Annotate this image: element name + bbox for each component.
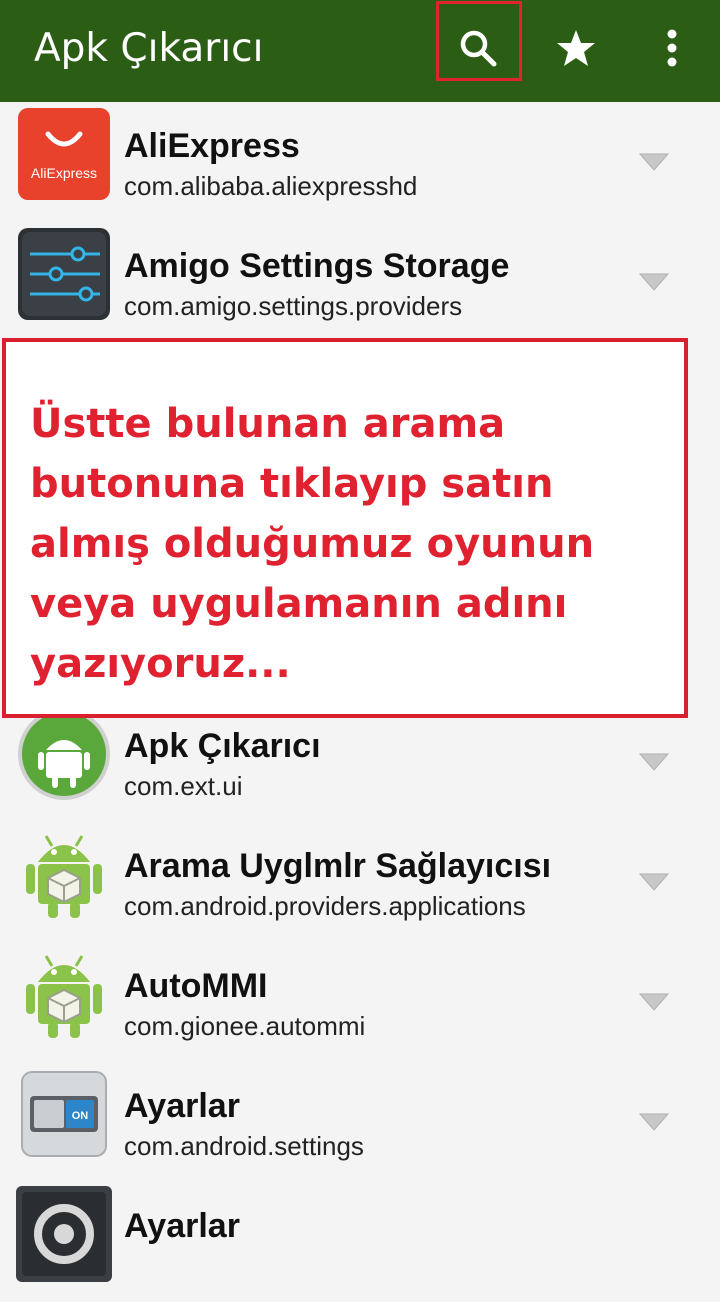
- app-list-item[interactable]: Apk Çıkarıcı com.ext.ui: [0, 702, 720, 822]
- app-name: AutoMMI: [124, 967, 268, 1005]
- chevron-down-icon[interactable]: [638, 870, 670, 894]
- app-package: com.android.providers.applications: [124, 891, 526, 921]
- app-name: Amigo Settings Storage: [124, 247, 510, 285]
- chevron-down-icon[interactable]: [638, 990, 670, 1014]
- instruction-text: Üstte bulunan arama butonuna tıklayıp sa…: [30, 401, 595, 687]
- chevron-down-icon[interactable]: [638, 150, 670, 174]
- chevron-down-icon[interactable]: [638, 750, 670, 774]
- chevron-down-icon[interactable]: [638, 270, 670, 294]
- android-package-icon: [16, 946, 112, 1042]
- search-highlight-box: [436, 1, 522, 81]
- overflow-menu-icon: [667, 29, 677, 67]
- app-list-item[interactable]: Ayarlar: [0, 1182, 720, 1302]
- gear-icon: [16, 1186, 112, 1282]
- app-package: com.gionee.autommi: [124, 1011, 366, 1041]
- star-icon: [557, 30, 595, 66]
- app-title: Apk Çıkarıcı: [34, 26, 264, 71]
- app-name: Ayarlar: [124, 1207, 240, 1245]
- app-package: com.amigo.settings.providers: [124, 291, 463, 321]
- app-package: com.ext.ui: [124, 771, 243, 801]
- android-package-icon: [16, 826, 112, 922]
- app-list-item[interactable]: ON Ayarlar com.android.settings: [0, 1062, 720, 1182]
- svg-text:ON: ON: [72, 1110, 89, 1122]
- app-list-item[interactable]: AutoMMI com.gionee.autommi: [0, 942, 720, 1062]
- svg-text:AliExpress: AliExpress: [31, 165, 97, 181]
- instruction-callout: Üstte bulunan arama butonuna tıklayıp sa…: [2, 338, 688, 718]
- app-name: Arama Uyglmlr Sağlayıcısı: [124, 847, 552, 885]
- overflow-menu-button[interactable]: [634, 12, 710, 84]
- settings-toggle-icon: ON: [16, 1066, 112, 1162]
- app-package: com.alibaba.aliexpresshd: [124, 171, 418, 201]
- app-bar: Apk Çıkarıcı: [0, 0, 720, 102]
- android-circle-icon: [16, 706, 112, 802]
- app-list-item[interactable]: AliExpress AliExpress com.alibaba.aliexp…: [0, 102, 720, 222]
- aliexpress-icon: AliExpress: [16, 106, 112, 202]
- favorites-button[interactable]: [538, 12, 614, 84]
- app-name: AliExpress: [124, 127, 300, 165]
- app-name: Ayarlar: [124, 1087, 240, 1125]
- app-name: Apk Çıkarıcı: [124, 727, 321, 765]
- settings-sliders-icon: [16, 226, 112, 322]
- app-list-item[interactable]: Amigo Settings Storage com.amigo.setting…: [0, 222, 720, 342]
- app-package: com.android.settings: [124, 1131, 364, 1161]
- app-list-item[interactable]: Arama Uyglmlr Sağlayıcısı com.android.pr…: [0, 822, 720, 942]
- chevron-down-icon[interactable]: [638, 1110, 670, 1134]
